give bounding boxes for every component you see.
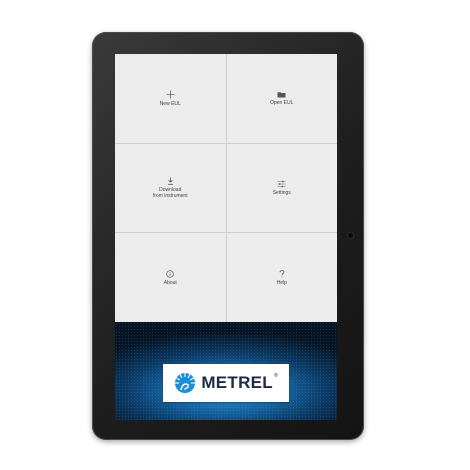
tablet-screen: New EUL Open EUL Download from instrumen…: [115, 54, 337, 420]
settings-label: Settings: [272, 189, 291, 196]
download-from-instrument-button[interactable]: Download from instrument: [115, 143, 226, 233]
tablet-device: New EUL Open EUL Download from instrumen…: [92, 32, 364, 440]
open-eul-button[interactable]: Open EUL: [226, 54, 337, 143]
download-from-instrument-label: Download from instrument: [152, 186, 188, 199]
new-eul-button[interactable]: New EUL: [115, 54, 226, 143]
registered-mark: ®: [274, 373, 278, 379]
brand-banner: METREL ®: [115, 322, 337, 420]
new-eul-label: New EUL: [159, 100, 181, 107]
front-camera: [348, 233, 353, 238]
plus-icon: [166, 90, 175, 99]
download-icon: [167, 177, 174, 185]
help-label: Help: [276, 279, 287, 286]
folder-icon: [277, 91, 286, 98]
about-label: About: [163, 279, 177, 286]
sliders-icon: [277, 180, 286, 188]
open-eul-label: Open EUL: [270, 99, 294, 106]
about-button[interactable]: About: [115, 233, 226, 322]
settings-button[interactable]: Settings: [226, 143, 337, 233]
main-menu-grid: New EUL Open EUL Download from instrumen…: [115, 54, 337, 322]
metrel-logo: METREL ®: [163, 364, 289, 402]
help-button[interactable]: Help: [226, 233, 337, 322]
question-icon: [279, 269, 285, 278]
metrel-logo-text: METREL: [201, 373, 273, 392]
info-icon: [166, 270, 174, 278]
metrel-logo-mark-icon: [175, 373, 196, 393]
